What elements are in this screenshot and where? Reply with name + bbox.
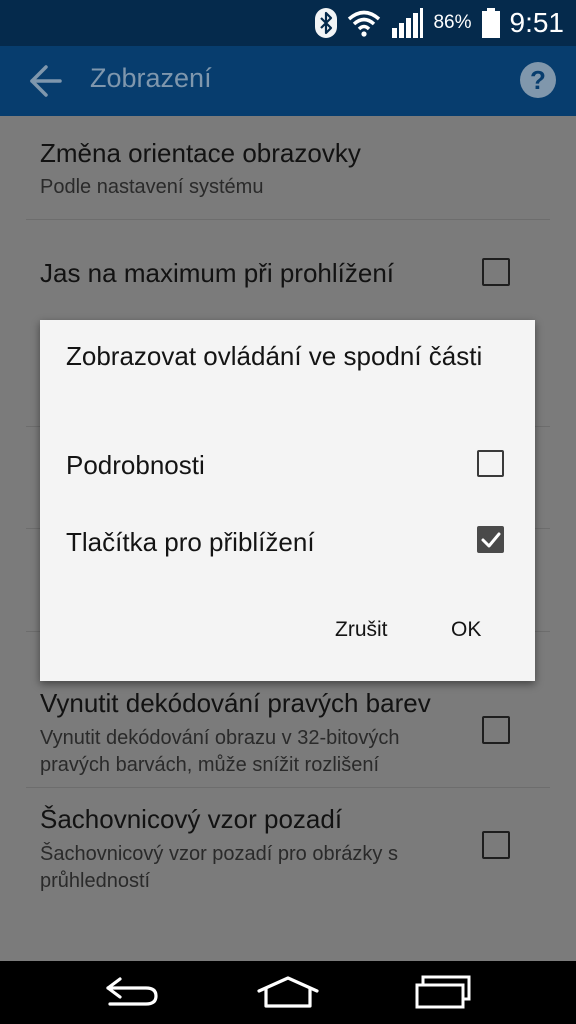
home-nav-icon[interactable] bbox=[256, 975, 320, 1014]
pref-checkbox[interactable] bbox=[482, 258, 510, 286]
back-nav-icon[interactable] bbox=[102, 975, 162, 1014]
battery-icon bbox=[481, 8, 500, 38]
dialog-option-label: Podrobnosti bbox=[66, 450, 205, 480]
dialog-option-label: Tlačítka pro přiblížení bbox=[66, 527, 315, 557]
checkmark-icon bbox=[481, 532, 501, 548]
pref-summary: Podle nastavení systému bbox=[40, 176, 264, 198]
pref-title: Vynutit dekódování pravých barev bbox=[40, 688, 431, 718]
pref-summary-line2: průhledností bbox=[40, 870, 151, 892]
pref-checkbox[interactable] bbox=[482, 831, 510, 859]
pref-summary-line2: pravých barvách, může snížit rozlišení bbox=[40, 754, 380, 776]
arrow-back-icon[interactable] bbox=[20, 61, 64, 101]
pref-true-color[interactable]: Vynutit dekódování pravých barev Vynutit… bbox=[0, 676, 576, 786]
signal-icon bbox=[391, 8, 424, 38]
ok-button[interactable]: OK bbox=[443, 610, 489, 650]
bottom-controls-dialog: Zobrazovat ovládání ve spodní části Podr… bbox=[40, 320, 535, 681]
pref-checkerboard[interactable]: Šachovnicový vzor pozadí Šachovnicový vz… bbox=[0, 788, 576, 898]
pref-summary-line1: Šachovnicový vzor pozadí pro obrázky s bbox=[40, 843, 398, 865]
status-icons: 86% 9:51 bbox=[315, 0, 564, 46]
help-icon[interactable]: ? bbox=[520, 62, 556, 98]
wifi-icon bbox=[347, 9, 381, 37]
status-bar: 86% 9:51 bbox=[0, 0, 576, 46]
recents-nav-icon[interactable] bbox=[414, 975, 472, 1014]
bluetooth-icon bbox=[315, 8, 338, 38]
pref-checkbox[interactable] bbox=[482, 716, 510, 744]
pref-title: Změna orientace obrazovky bbox=[40, 138, 361, 168]
details-checkbox[interactable] bbox=[477, 450, 504, 477]
pref-summary-line1: Vynutit dekódování obrazu v 32-bitových bbox=[40, 727, 400, 749]
pref-orientation[interactable]: Změna orientace obrazovky Podle nastaven… bbox=[0, 116, 576, 220]
pref-title: Jas na maximum při prohlížení bbox=[40, 258, 395, 288]
zoom-buttons-checkbox[interactable] bbox=[477, 526, 504, 553]
app-bar: Zobrazení ? bbox=[0, 46, 576, 116]
pref-max-brightness[interactable]: Jas na maximum při prohlížení bbox=[0, 220, 576, 320]
dialog-title: Zobrazovat ovládání ve spodní části bbox=[66, 341, 483, 371]
status-time: 9:51 bbox=[509, 7, 565, 38]
pref-title: Šachovnicový vzor pozadí bbox=[40, 804, 343, 834]
page-title: Zobrazení bbox=[90, 63, 212, 93]
navigation-bar bbox=[0, 961, 576, 1024]
cancel-button[interactable]: Zrušit bbox=[327, 610, 396, 650]
battery-percent: 86% bbox=[433, 12, 472, 33]
